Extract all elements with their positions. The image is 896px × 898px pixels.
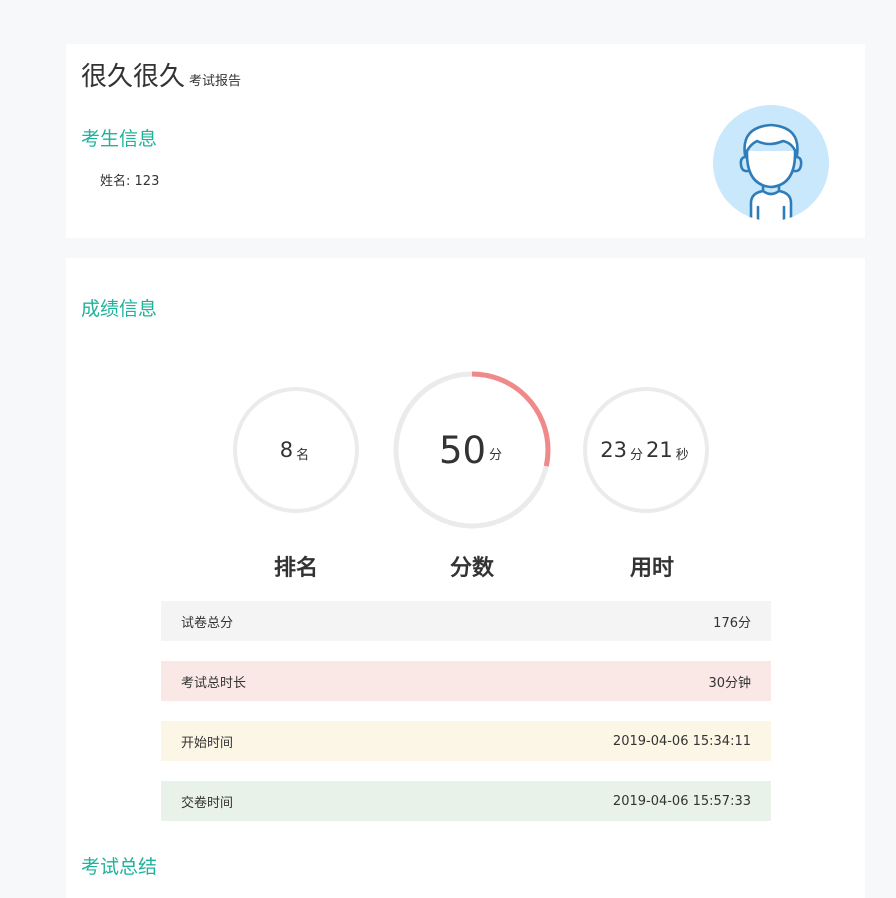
report-subtitle: 考试报告: [189, 74, 242, 89]
time-seconds: 21: [646, 438, 673, 462]
row-label: 开始时间: [181, 735, 234, 751]
info-row-duration: 考试总时长 30分钟: [161, 661, 771, 701]
time-seconds-unit: 秒: [675, 447, 689, 463]
row-value: 2019-04-06 15:57:33: [612, 793, 751, 809]
user-avatar-icon: [713, 105, 829, 221]
name-value: 123: [134, 174, 160, 189]
score-info-heading: 成绩信息: [81, 298, 158, 320]
score-unit: 分: [489, 447, 503, 463]
exam-summary-heading: 考试总结: [81, 856, 158, 878]
row-value: 176分: [713, 615, 751, 631]
info-row-start-time: 开始时间 2019-04-06 15:34:11: [161, 721, 771, 761]
time-minutes-unit: 分: [629, 447, 643, 463]
name-label: 姓名:: [100, 174, 131, 189]
report-title: 很久很久 考试报告: [81, 56, 241, 93]
info-row-submit-time: 交卷时间 2019-04-06 15:57:33: [161, 781, 771, 821]
row-label: 交卷时间: [181, 795, 234, 811]
student-info-heading: 考生信息: [81, 128, 158, 150]
exam-title: 很久很久: [81, 62, 186, 92]
info-row-total-score: 试卷总分 176分: [161, 601, 771, 641]
time-label: 用时: [629, 556, 674, 581]
row-value: 2019-04-06 15:34:11: [612, 733, 751, 749]
row-label: 考试总时长: [181, 675, 247, 691]
score-label: 分数: [449, 556, 494, 581]
rank-value: 8: [279, 438, 294, 462]
student-name-line: 姓名: 123: [100, 170, 159, 189]
score-value: 50: [438, 428, 487, 472]
rank-unit: 名: [296, 447, 310, 463]
student-info-card: 很久很久 考试报告 考生信息 姓名: 123: [66, 44, 865, 238]
rank-label: 排名: [273, 556, 318, 581]
row-label: 试卷总分: [181, 615, 234, 631]
score-info-card: 成绩信息 8名 50 分 23 分 21 秒 排名 分数 用时 试卷总分 176分: [66, 258, 865, 898]
score-gauge: 50 分: [393, 371, 551, 529]
rank-gauge: 8名: [233, 387, 359, 513]
time-minutes: 23: [600, 438, 627, 462]
row-value: 30分钟: [708, 675, 751, 691]
time-gauge: 23 分 21 秒: [583, 387, 709, 513]
